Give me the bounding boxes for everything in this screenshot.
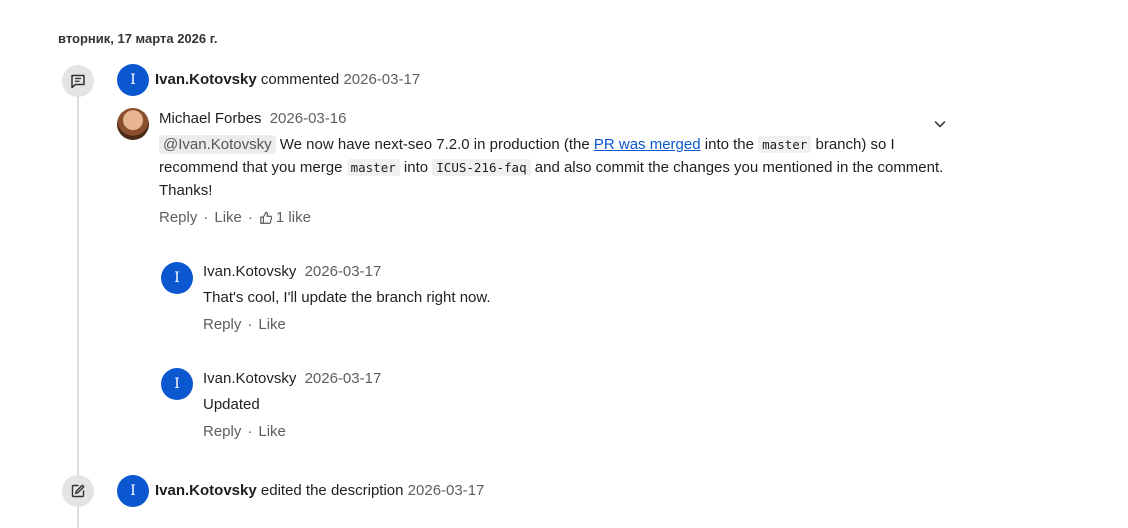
inline-code: master [346,159,400,176]
separator: · [247,423,253,440]
like-button[interactable]: Like [214,209,242,226]
author-name[interactable]: Ivan.Kotovsky [203,263,296,280]
author-name[interactable]: Ivan.Kotovsky [203,370,296,387]
reply-header: Ivan.Kotovsky 2026-03-17 [203,263,381,280]
author-name[interactable]: Michael Forbes [159,110,262,127]
comment-text: into the [704,136,754,153]
edit-icon [71,484,85,498]
reply-date: 2026-03-17 [304,263,382,280]
reply-button[interactable]: Reply [203,423,241,440]
reply-actions: Reply · Like [203,316,286,333]
like-button[interactable]: Like [258,316,286,333]
comment-event-icon-wrap [62,65,94,97]
comment-text: branch) so I [815,136,895,153]
comment-icon [71,74,85,89]
event-date: 2026-03-17 [407,482,485,499]
event-action: commented [260,71,340,88]
comment-header: Michael Forbes 2026-03-16 [159,110,346,127]
comment-event-header: Ivan.Kotovsky commented 2026-03-17 [155,71,420,88]
comment-actions: Reply · Like · 1 like [159,209,311,226]
timeline-line [77,96,79,528]
comment-date: 2026-03-16 [269,110,347,127]
reply-header: Ivan.Kotovsky 2026-03-17 [203,370,381,387]
avatar[interactable]: I [117,64,149,96]
reply-date: 2026-03-17 [304,370,382,387]
comment-text: We now have next-seo 7.2.0 in production… [279,136,590,153]
comment-body-line-2: recommend that you merge master into ICU… [159,159,943,176]
edit-event-header: Ivan.Kotovsky edited the description 202… [155,482,484,499]
separator: · [247,209,253,226]
avatar[interactable]: I [117,475,149,507]
event-action: edited the description [260,482,404,499]
author-name[interactable]: Ivan.Kotovsky [155,482,257,499]
comment-body-line-3: Thanks! [159,182,212,199]
comment-body-line-1: @Ivan.Kotovsky We now have next-seo 7.2.… [159,135,895,154]
inline-code: master [758,136,812,153]
comment-text: Thanks! [159,182,213,199]
like-button[interactable]: Like [258,423,286,440]
avatar[interactable] [117,108,149,140]
author-name[interactable]: Ivan.Kotovsky [155,71,257,88]
avatar[interactable]: I [161,262,193,294]
reply-button[interactable]: Reply [159,209,197,226]
reply-text: Updated [203,396,260,413]
chevron-down-icon[interactable] [932,116,948,132]
comment-text: and also commit the changes you mentione… [534,159,944,176]
date-header: вторник, 17 марта 2026 г. [58,31,218,46]
event-date: 2026-03-17 [343,71,421,88]
avatar[interactable]: I [161,368,193,400]
reply-text: That's cool, I'll update the branch righ… [203,289,491,306]
pr-link[interactable]: PR was merged [594,136,701,153]
separator: · [203,209,209,226]
user-mention[interactable]: @Ivan.Kotovsky [159,135,276,154]
reply-button[interactable]: Reply [203,316,241,333]
separator: · [247,316,253,333]
comment-text: into [403,159,429,176]
edit-event-icon-wrap [62,475,94,507]
inline-code: ICUS-216-faq [432,159,531,176]
likes-count[interactable]: 1 like [276,209,311,226]
comment-text: recommend that you merge [159,159,343,176]
reply-actions: Reply · Like [203,423,286,440]
thumbs-up-icon [260,211,273,224]
